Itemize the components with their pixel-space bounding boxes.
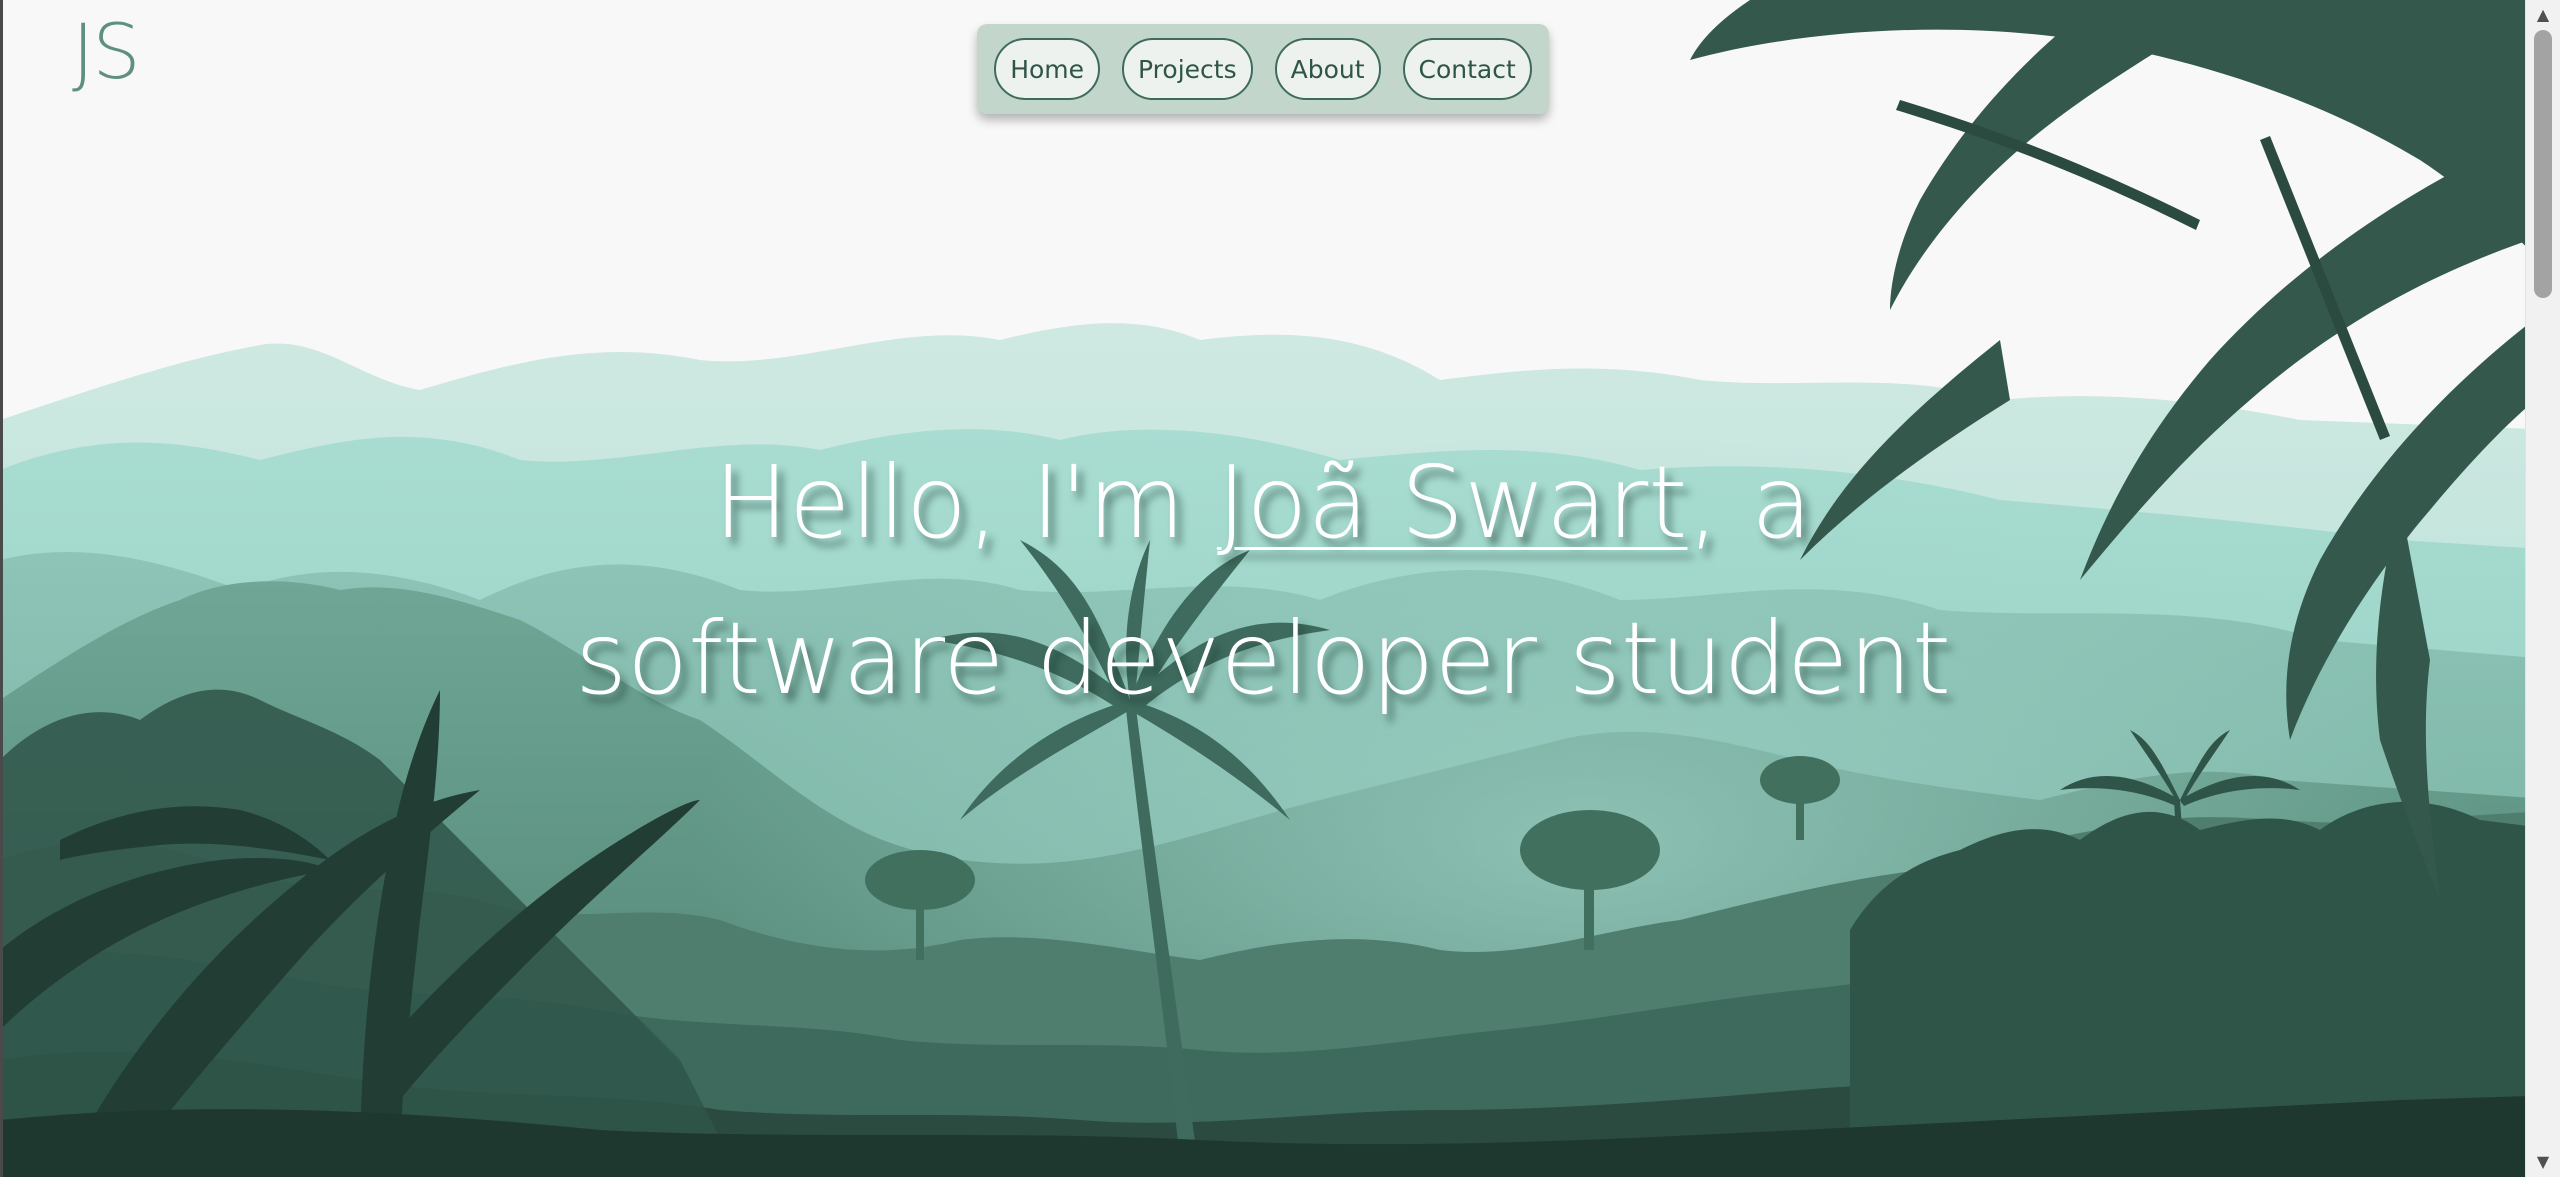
scroll-thumb[interactable] <box>2534 30 2552 298</box>
hero-name-link[interactable]: Joã Swart <box>1217 444 1688 561</box>
nav-projects-button[interactable]: Projects <box>1122 38 1253 100</box>
hero-headline: Hello, I'm Joã Swart, a software develop… <box>0 425 2526 737</box>
scroll-down-arrow-icon[interactable]: ▼ <box>2526 1147 2560 1177</box>
hero-line-1-suffix: , a <box>1687 444 1813 561</box>
nav-home-button[interactable]: Home <box>994 38 1101 100</box>
window-left-edge <box>0 0 3 1177</box>
nav-contact-button[interactable]: Contact <box>1402 38 1532 100</box>
site-logo[interactable]: JS <box>72 14 141 90</box>
hero-line-2: software developer student <box>574 600 1952 717</box>
nav-about-button[interactable]: About <box>1274 38 1381 100</box>
hero-line-1: Hello, I'm Joã Swart, a <box>714 444 1813 561</box>
hero-greeting: Hello, I'm <box>713 444 1217 561</box>
vertical-scrollbar[interactable]: ▲ ▼ <box>2525 0 2560 1177</box>
main-nav: Home Projects About Contact <box>977 24 1549 114</box>
page: JS Home Projects About Contact Hello, I'… <box>0 0 2560 1177</box>
scroll-up-arrow-icon[interactable]: ▲ <box>2526 0 2560 30</box>
